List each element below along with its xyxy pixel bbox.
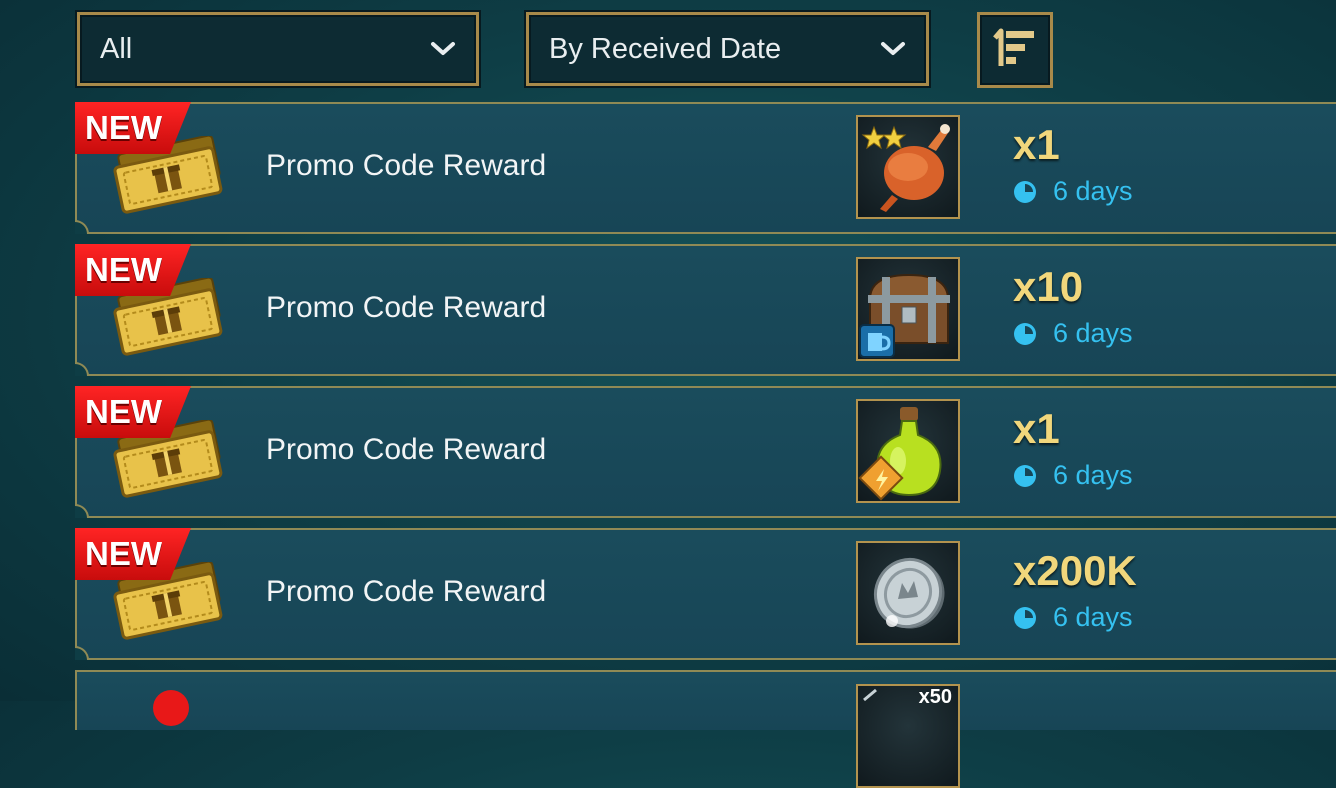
reward-title: Promo Code Reward (266, 575, 547, 608)
reward-row[interactable]: NEW Promo Code Reward x10 6 days (75, 244, 1336, 376)
clock-icon (1013, 322, 1037, 346)
reward-item-slot[interactable] (856, 115, 960, 219)
chevron-down-icon (430, 36, 456, 62)
clock-icon (1013, 606, 1037, 630)
reward-item-slot[interactable] (856, 399, 960, 503)
chevron-down-icon (880, 36, 906, 62)
reward-expiry: 6 days (1013, 318, 1133, 349)
red-dot-icon (153, 690, 189, 726)
roast-chicken-icon (858, 124, 958, 217)
reward-expiry: 6 days (1013, 602, 1133, 633)
row-notch (75, 362, 89, 376)
reward-quantity: x1 (1013, 121, 1060, 168)
reward-expiry: 6 days (1013, 176, 1133, 207)
sort-by-value: By Received Date (549, 32, 782, 65)
row-notch (75, 504, 89, 518)
reward-row[interactable]: NEW Promo Code Reward x1 6 days (75, 386, 1336, 518)
category-filter-value: All (100, 32, 133, 65)
wrench-icon (862, 688, 882, 707)
sort-order-button[interactable] (977, 12, 1053, 88)
row-notch (75, 220, 89, 234)
reward-row-partial[interactable]: x50 (75, 670, 1336, 788)
reward-row[interactable]: NEW Promo Code Reward x200K 6 days (75, 528, 1336, 660)
energy-potion-icon (858, 407, 958, 501)
expiry-text: 6 days (1053, 176, 1133, 206)
reward-title: Promo Code Reward (266, 291, 547, 324)
item-stack-count: x50 (918, 686, 952, 708)
expiry-text: 6 days (1053, 318, 1133, 348)
reward-quantity: x1 (1013, 405, 1060, 452)
reward-title: Promo Code Reward (266, 433, 547, 466)
reward-item-slot[interactable] (856, 257, 960, 361)
sort-descending-icon (990, 26, 1040, 75)
sort-by-dropdown[interactable]: By Received Date (526, 12, 929, 86)
clock-icon (1013, 464, 1037, 488)
reward-quantity: x200K (1013, 547, 1137, 594)
reward-row[interactable]: NEW Promo Code Reward x1 6 days (75, 102, 1336, 234)
reward-title: Promo Code Reward (266, 149, 547, 182)
category-filter-dropdown[interactable]: All (77, 12, 479, 86)
reward-item-slot[interactable]: x50 (856, 684, 960, 788)
reward-expiry: 6 days (1013, 460, 1133, 491)
row-notch (75, 646, 89, 660)
expiry-text: 6 days (1053, 602, 1133, 632)
clock-icon (1013, 180, 1037, 204)
expiry-text: 6 days (1053, 460, 1133, 490)
reward-quantity: x10 (1013, 263, 1084, 310)
reward-item-slot[interactable] (856, 541, 960, 645)
silver-coin-icon (858, 557, 958, 643)
treasure-chest-icon (858, 273, 958, 359)
